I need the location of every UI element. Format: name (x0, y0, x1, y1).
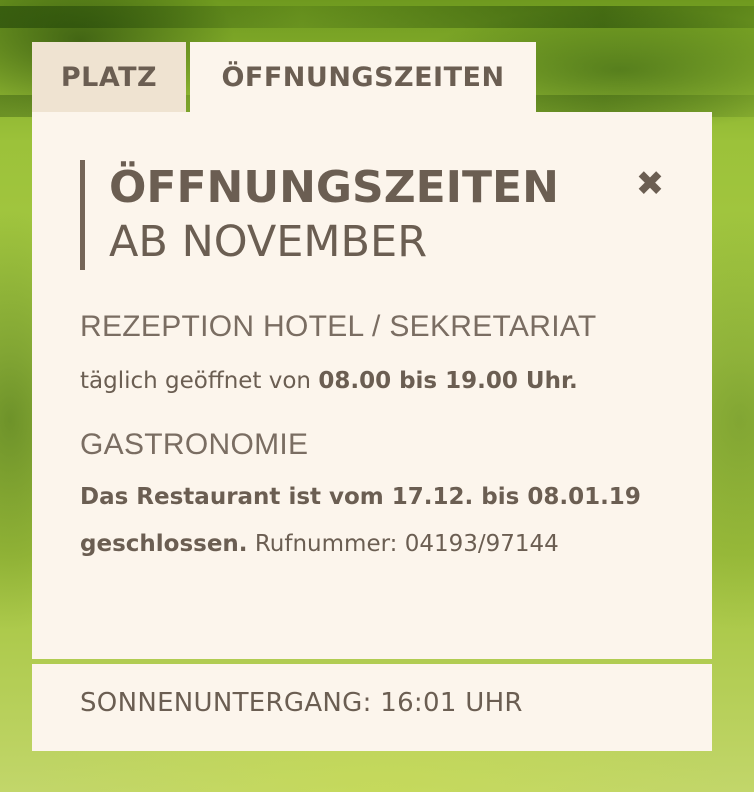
reception-hours-prefix: täglich geöffnet von (80, 368, 319, 394)
close-button[interactable]: ✖ (632, 164, 668, 204)
reception-hours: 08.00 bis 19.00 Uhr. (318, 368, 578, 394)
panel-title: ÖFFNUNGSZEITEN (109, 162, 559, 213)
tab-bar: PLATZ ÖFFNUNGSZEITEN (32, 42, 536, 112)
panel-subtitle: AB NOVEMBER (109, 217, 428, 267)
section-text-gastronomy: Das Restaurant ist vom 17.12. bis 08.01.… (80, 474, 670, 568)
tab-platz[interactable]: PLATZ (32, 42, 186, 112)
sunset-time: SONNENUNTERGANG: 16:01 UHR (80, 688, 523, 718)
section-text-reception: täglich geöffnet von 08.00 bis 19.00 Uhr… (80, 358, 670, 405)
opening-hours-panel: ÖFFNUNGSZEITEN AB NOVEMBER ✖ REZEPTION H… (32, 112, 712, 659)
tab-oeffnungszeiten[interactable]: ÖFFNUNGSZEITEN (190, 42, 536, 112)
background-shadow (0, 6, 754, 28)
panel-heading: ÖFFNUNGSZEITEN AB NOVEMBER (80, 160, 569, 270)
sunset-bar: SONNENUNTERGANG: 16:01 UHR (32, 664, 712, 751)
section-title-gastronomy: GASTRONOMIE (80, 428, 309, 461)
close-icon: ✖ (635, 164, 665, 204)
phone-number: Rufnummer: 04193/97144 (247, 531, 559, 557)
section-title-reception: REZEPTION HOTEL / SEKRETARIAT (80, 310, 597, 343)
